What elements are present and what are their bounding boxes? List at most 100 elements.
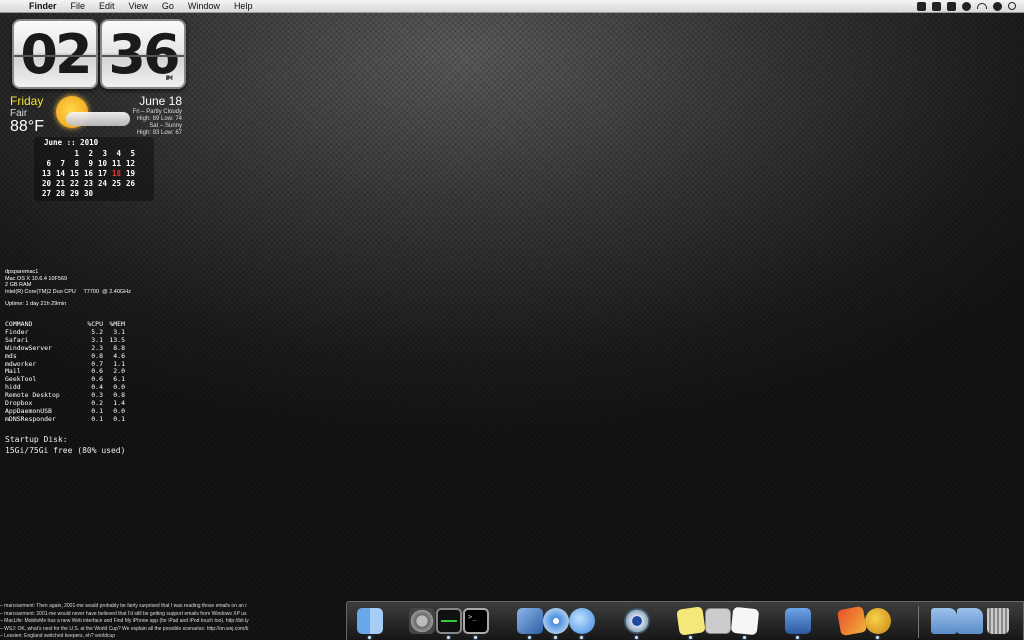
menu-window[interactable]: Window <box>181 0 227 13</box>
cpu-info: Intel(R) Core(TM)2 Duo CPU T7700 @ 2.40G… <box>5 288 131 295</box>
running-indicator <box>528 636 531 639</box>
cloud-icon <box>66 112 130 126</box>
calendar-day: 3 <box>102 149 107 158</box>
menu-edit[interactable]: Edit <box>92 0 122 13</box>
calendar-day: 22 <box>69 179 79 188</box>
calendar-day: 9 <box>88 159 93 168</box>
running-indicator <box>689 636 692 639</box>
calendar-widget: June :: 2010 1 2 3 4 5 6 7 8 9 10 11 12 13 14 15 16 17 18… <box>34 137 154 201</box>
calendar-day: 1 <box>74 149 79 158</box>
calendar-day: 11 <box>111 159 121 168</box>
process-list: COMMAND %CPU %MEM Finder 5.2 3.1 Safari 3.1 1… <box>5 320 125 424</box>
calendar-day: 26 <box>125 179 135 188</box>
calendar-day <box>122 189 136 198</box>
calendar-day: 2 <box>88 149 93 158</box>
process-command: WindowServer <box>5 343 52 352</box>
calendar-day: 24 <box>97 179 107 188</box>
dock <box>346 601 1024 640</box>
menu-view[interactable]: View <box>122 0 155 13</box>
dock-terminal-icon[interactable] <box>463 608 489 634</box>
calendar-day: 29 <box>69 189 79 198</box>
process-row: WindowServer 2.3 8.8 <box>5 343 125 353</box>
weather-day: Friday <box>10 94 44 108</box>
user-icon[interactable] <box>993 1 1002 11</box>
clock-minutes: 36 PM <box>100 19 186 89</box>
calendar-day: 16 <box>83 169 93 178</box>
menu-file[interactable]: File <box>64 0 93 13</box>
calendar-day: 19 <box>125 169 135 178</box>
dock-safari-icon[interactable] <box>543 608 569 634</box>
calendar-day-today: 18 <box>111 169 121 178</box>
running-indicator <box>368 636 371 639</box>
dock-itunes-icon[interactable] <box>624 608 650 634</box>
feed-item: – Lessien: England switched keepers, eh?… <box>0 633 116 640</box>
forecast-line: Sat – Sunny <box>149 123 182 129</box>
dock-activity-monitor-icon[interactable] <box>436 608 462 634</box>
menu-go[interactable]: Go <box>155 0 181 13</box>
spotlight-search-icon[interactable] <box>1008 2 1016 10</box>
clock-ampm: PM <box>165 75 174 82</box>
dock-app-icon[interactable] <box>836 605 868 637</box>
calendar-grid: 1 2 3 4 5 6 7 8 9 10 11 12 13 14 15 16 17 18 19 20 21 22 23 24 2… <box>38 149 150 198</box>
dock-trash-icon[interactable] <box>987 608 1009 634</box>
disk-value: 15Gi/75Gi free (80% used) <box>5 446 126 455</box>
disk-label: Startup Disk: <box>5 435 68 444</box>
process-cpu: 0.1 <box>91 414 103 423</box>
calendar-day: 21 <box>55 179 65 188</box>
calendar-day: 27 <box>41 189 51 198</box>
calendar-day: 10 <box>97 159 107 168</box>
calendar-day: 23 <box>83 179 93 188</box>
feed-item: – MacLife: MobileMe has a new Web interf… <box>0 618 249 625</box>
wifi-icon[interactable] <box>977 3 987 9</box>
process-command: mDNSResponder <box>5 414 56 423</box>
dock-system-preferences-icon[interactable] <box>409 608 435 634</box>
process-row: GeekTool 0.6 6.1 <box>5 375 125 384</box>
calendar-day: 13 <box>41 169 51 178</box>
running-indicator <box>447 636 450 639</box>
dock-applications-folder-icon[interactable] <box>931 608 957 634</box>
disk-info: Startup Disk: 15Gi/75Gi free (80% used) <box>5 434 125 456</box>
twitter-feed: – marcoarment: Then again, 2001-me would… <box>0 603 302 640</box>
display-icon[interactable] <box>917 1 926 11</box>
dock-stickies-icon[interactable] <box>676 606 706 636</box>
calendar-day <box>108 189 122 198</box>
calendar-day: 14 <box>55 169 65 178</box>
dock-finder-icon[interactable] <box>357 608 383 634</box>
calendar-day: 5 <box>130 149 135 158</box>
dropbox-icon[interactable] <box>932 1 941 11</box>
running-indicator <box>554 636 557 639</box>
calendar-day: 4 <box>116 149 121 158</box>
timemachine-icon[interactable] <box>962 1 971 11</box>
weather-date: June 18 <box>139 94 182 108</box>
feed-item: – marcoarment: 2001-me would never have … <box>0 610 247 617</box>
dock-script-editor-icon[interactable] <box>865 608 891 634</box>
running-indicator <box>580 636 583 639</box>
calendar-day: 15 <box>69 169 79 178</box>
menu-app-finder[interactable]: Finder <box>22 0 64 13</box>
dock-textedit-icon[interactable] <box>730 606 760 636</box>
menu-help[interactable]: Help <box>227 0 260 13</box>
dock-documents-folder-icon[interactable] <box>957 608 983 634</box>
growl-icon[interactable] <box>947 1 956 11</box>
feed-item: – marcoarment: Then again, 2001-me would… <box>0 603 247 609</box>
calendar-day: 28 <box>55 189 65 198</box>
weather-temperature: 88°F <box>10 118 44 135</box>
calendar-day <box>94 189 108 198</box>
running-indicator <box>474 636 477 639</box>
forecast-line: Fri – Partly Cloudy <box>132 109 182 115</box>
calendar-day: 20 <box>41 179 51 188</box>
running-indicator <box>743 636 746 639</box>
dock-mail-icon[interactable] <box>517 608 543 634</box>
dock-calculator-icon[interactable] <box>705 608 731 634</box>
weather-forecast: Fri – Partly Cloudy High: 89 Low: 74 Sat… <box>133 109 182 137</box>
calendar-day <box>38 149 52 158</box>
calendar-day: 12 <box>125 159 135 168</box>
uptime: Uptime: 1 day 21h 29min <box>5 301 67 307</box>
dock-preview-icon[interactable] <box>785 608 811 634</box>
calendar-day: 25 <box>111 179 121 188</box>
menu-extras <box>917 1 1024 11</box>
dock-ichat-icon[interactable] <box>569 608 595 634</box>
calendar-day: 30 <box>83 189 93 198</box>
running-indicator <box>876 636 879 639</box>
process-row: mDNSResponder 0.1 0.1 <box>5 414 125 424</box>
